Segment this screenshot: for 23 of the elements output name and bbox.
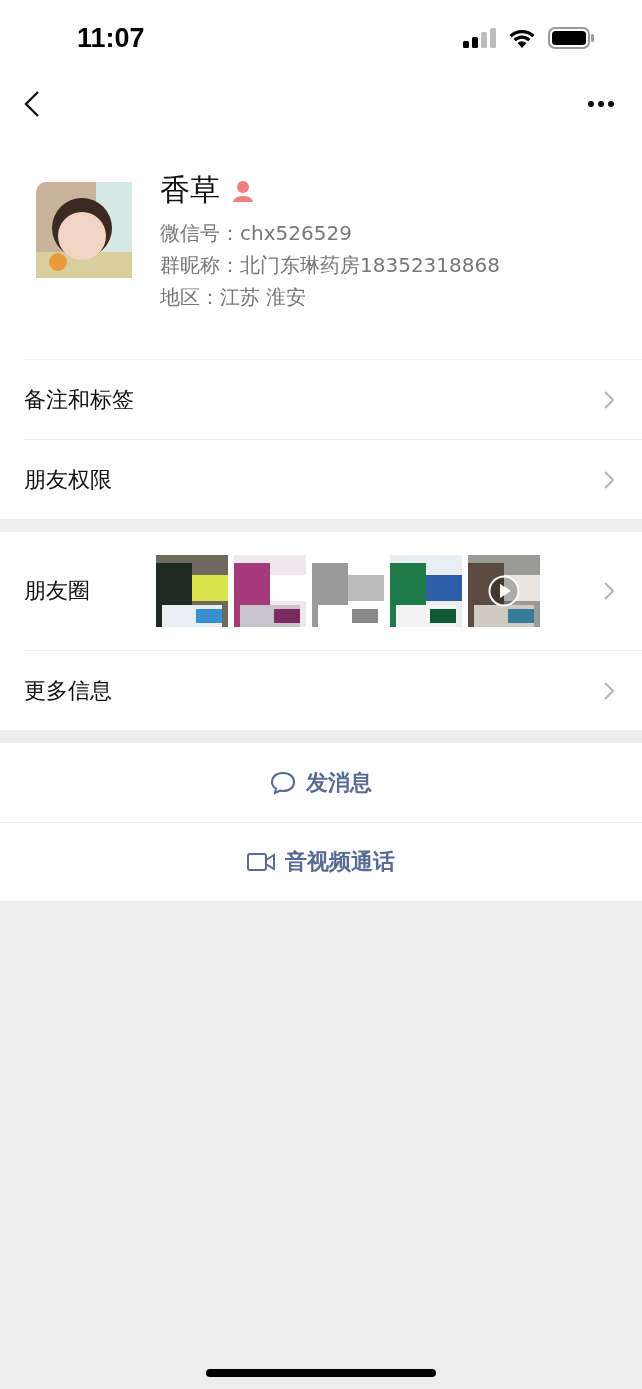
video-camera-icon	[247, 853, 275, 871]
chevron-icon	[604, 582, 614, 600]
play-icon[interactable]	[488, 575, 520, 607]
status-time: 11:07	[77, 22, 145, 54]
menu-item[interactable]: 备注和标签	[24, 359, 642, 439]
chevron-icon	[604, 390, 614, 409]
avatar[interactable]	[36, 182, 132, 278]
battery-icon	[548, 27, 594, 49]
region: 地区：江苏 淮安	[160, 284, 308, 311]
female-icon	[232, 178, 254, 203]
moments-item[interactable]: 朋友圈	[24, 532, 642, 650]
wechat-id: 微信号：chx526529	[160, 220, 353, 247]
signal-icon	[463, 28, 496, 48]
contact-name: 香草	[160, 171, 220, 209]
more-icon[interactable]	[588, 101, 614, 107]
chat-bubble-icon	[270, 770, 296, 795]
menu-item[interactable]: 更多信息	[24, 650, 642, 730]
chevron-icon	[604, 470, 614, 489]
wifi-icon	[508, 28, 536, 48]
menu-item[interactable]: 朋友权限	[24, 439, 642, 519]
group-nickname: 群昵称：北门东琳药房18352318868	[160, 252, 500, 279]
back-icon[interactable]	[24, 90, 40, 118]
chevron-icon	[604, 681, 614, 700]
